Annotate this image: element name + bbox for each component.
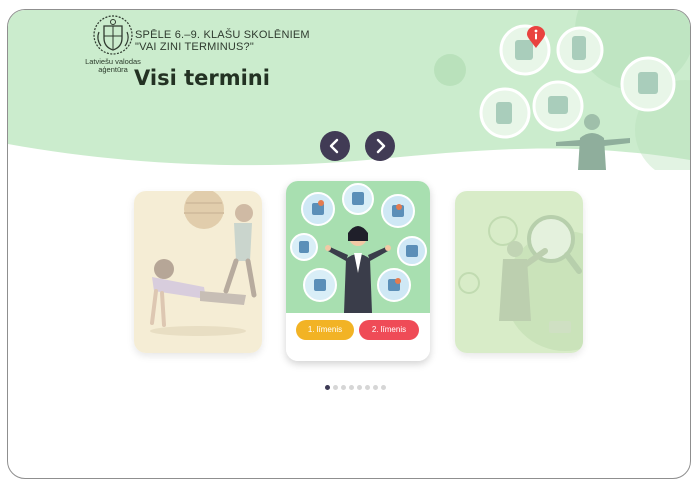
pagination-dot[interactable] [349, 385, 354, 390]
category-card-professions[interactable]: 1. līmenis 2. līmenis [286, 181, 430, 361]
pagination-dot[interactable] [341, 385, 346, 390]
category-card-geography[interactable] [455, 191, 583, 353]
pagination-dot[interactable] [357, 385, 362, 390]
geography-illustration [455, 191, 583, 353]
header-illustration [434, 10, 690, 170]
level-1-button[interactable]: 1. līmenis [296, 320, 354, 340]
prev-button[interactable] [320, 131, 350, 161]
coat-of-arms-icon [93, 15, 133, 55]
app-frame: Latviešu valodas aģentūra SPĒLE 6.–9. KL… [7, 9, 691, 479]
level-2-button[interactable]: 2. līmenis [359, 320, 419, 340]
pagination-dot[interactable] [381, 385, 386, 390]
page-title: Visi termini [134, 66, 270, 90]
pagination-dot[interactable] [373, 385, 378, 390]
pagination-dot[interactable] [325, 385, 330, 390]
game-subtitle: SPĒLE 6.–9. KLAŠU SKOLĒNIEM "VAI ZINI TE… [135, 29, 310, 53]
category-card-sports[interactable] [134, 191, 262, 353]
info-icon[interactable] [526, 26, 546, 48]
chevron-left-icon [329, 138, 339, 154]
pagination-dot[interactable] [333, 385, 338, 390]
carousel-pagination [325, 385, 386, 391]
chevron-right-icon [376, 138, 386, 154]
next-button[interactable] [365, 131, 395, 161]
sports-illustration [134, 191, 262, 353]
pagination-dot[interactable] [365, 385, 370, 390]
